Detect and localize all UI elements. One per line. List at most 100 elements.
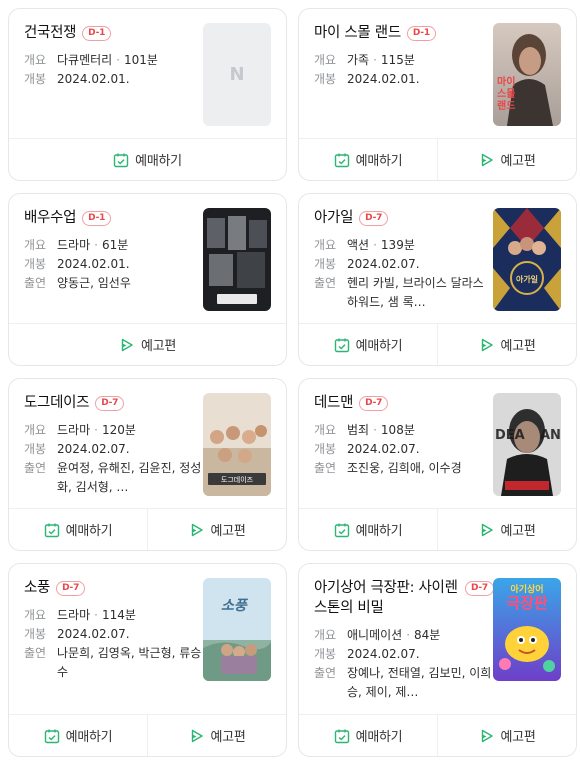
trailer-label: 예고편 (500, 154, 536, 169)
book-button[interactable]: 예매하기 (299, 715, 437, 756)
movie-title[interactable]: 도그데이즈 (24, 393, 90, 413)
calendar-check-icon (44, 523, 59, 537)
overview-value: 드라마 · 61분 (57, 236, 204, 255)
book-label: 예매하기 (355, 730, 403, 745)
movie-poster[interactable]: DEA AN (493, 393, 561, 496)
play-icon (481, 729, 493, 742)
trailer-button[interactable]: 예고편 (437, 139, 576, 180)
card-actions: 예매하기 예고편 (9, 508, 286, 550)
trailer-label: 예고편 (210, 524, 246, 539)
separator: · (116, 53, 121, 67)
movie-poster[interactable]: 소풍 (203, 578, 271, 681)
overview-label: 개요 (314, 53, 337, 67)
movie-poster[interactable] (203, 208, 271, 311)
trailer-button[interactable]: 예고편 (437, 324, 576, 365)
book-button[interactable]: 예매하기 (299, 324, 437, 365)
card-actions: 예매하기 예고편 (9, 714, 286, 756)
movie-title[interactable]: 데드맨 (314, 393, 353, 413)
trailer-button[interactable]: 예고편 (147, 715, 286, 756)
genre: 액션 (347, 238, 370, 252)
release-date: 2024.02.01. (57, 72, 130, 86)
movie-card[interactable]: 아기상어 극장판: 사이렌 스톤의 비밀 D-7 개요 애니메이션 · 84분 개봉 2… (298, 563, 577, 757)
cast-value: 나문희, 김영옥, 박근형, 류승수 (57, 646, 202, 679)
runtime: 114분 (101, 608, 136, 622)
trailer-label: 예고편 (500, 524, 536, 539)
separator: · (373, 53, 377, 67)
separator: · (406, 628, 411, 642)
d-day-badge: D-1 (406, 26, 436, 41)
trailer-label: 예고편 (141, 339, 176, 354)
movie-poster[interactable]: 아기상어 극장판 (493, 578, 561, 681)
trailer-button[interactable]: 예고편 (437, 509, 576, 550)
release-label: 개봉 (314, 442, 337, 456)
movie-card[interactable]: 데드맨 D-7 개요 범죄 · 108분 개봉 2024.02.07. 출연 조진웅, 김… (298, 378, 577, 551)
calendar-check-icon (44, 729, 59, 743)
play-icon (481, 153, 493, 166)
calendar-check-icon (334, 338, 349, 352)
cast-value: 양동근, 임선우 (57, 276, 131, 290)
svg-text:마이: 마이 (497, 75, 515, 88)
overview-value: 액션 · 139분 (347, 236, 494, 255)
separator: · (94, 238, 98, 252)
book-button[interactable]: 예매하기 (9, 715, 147, 756)
play-icon (121, 338, 133, 351)
trailer-button[interactable]: 예고편 (147, 509, 286, 550)
release-date: 2024.02.01. (57, 257, 130, 271)
book-button[interactable]: 예매하기 (9, 139, 286, 180)
book-label: 예매하기 (65, 524, 113, 539)
movie-card[interactable]: 건국전쟁 D-1 개요 다큐멘터리 · 101분 개봉 2024.02.01. N 예매… (8, 8, 287, 181)
movie-poster[interactable]: 도그데이즈 (203, 393, 271, 496)
movie-poster[interactable]: 아가일 (493, 208, 561, 311)
book-button[interactable]: 예매하기 (9, 509, 147, 550)
card-actions: 예매하기 (9, 138, 286, 180)
movie-card[interactable]: 소풍 D-7 개요 드라마 · 114분 개봉 2024.02.07. 출연 나문희, 김… (8, 563, 287, 757)
movie-card[interactable]: 마이 스몰 랜드 D-1 개요 가족 · 115분 개봉 2024.02.01. 마이 … (298, 8, 577, 181)
book-label: 예매하기 (355, 154, 403, 169)
overview-label: 개요 (24, 238, 47, 252)
runtime: 120분 (101, 423, 136, 437)
calendar-check-icon (334, 523, 349, 537)
overview-value: 드라마 · 114분 (57, 606, 204, 625)
movie-card[interactable]: 아가일 D-7 개요 액션 · 139분 개봉 2024.02.07. 출연 헨리 카빌,… (298, 193, 577, 366)
overview-label: 개요 (314, 423, 337, 437)
separator: · (373, 423, 377, 437)
runtime: 139분 (380, 238, 415, 252)
overview-value: 가족 · 115분 (347, 51, 494, 70)
book-button[interactable]: 예매하기 (299, 509, 437, 550)
movie-title[interactable]: 아기상어 극장판: 사이렌 스톤의 비밀 (314, 578, 459, 618)
cast-value: 조진웅, 김희애, 이수경 (347, 461, 462, 475)
d-day-badge: D-7 (56, 581, 86, 596)
svg-text:도그데이즈: 도그데이즈 (221, 475, 254, 484)
movie-poster[interactable]: 마이 스몰 랜드 (493, 23, 561, 126)
poster-placeholder[interactable]: N (203, 23, 271, 126)
release-label: 개봉 (314, 647, 337, 661)
book-button[interactable]: 예매하기 (299, 139, 437, 180)
movie-title[interactable]: 소풍 (24, 578, 50, 598)
movie-card[interactable]: 배우수업 D-1 개요 드라마 · 61분 개봉 2024.02.01. 출연 양동근, … (8, 193, 287, 366)
trailer-button[interactable]: 예고편 (437, 715, 576, 756)
movie-title[interactable]: 배우수업 (24, 208, 76, 228)
trailer-button[interactable]: 예고편 (9, 324, 286, 365)
calendar-check-icon (334, 729, 349, 743)
movie-title[interactable]: 마이 스몰 랜드 (314, 23, 401, 43)
overview-label: 개요 (24, 423, 47, 437)
cast-value: 헨리 카빌, 브라이스 달라스 하워드, 샘 록… (347, 276, 484, 309)
cast-value: 윤여정, 유해진, 김윤진, 정성화, 김서형, … (57, 461, 202, 494)
movie-card[interactable]: 도그데이즈 D-7 개요 드라마 · 120분 개봉 2024.02.07. 출연 윤여정… (8, 378, 287, 551)
release-label: 개봉 (24, 627, 47, 641)
overview-label: 개요 (24, 608, 47, 622)
movie-title[interactable]: 건국전쟁 (24, 23, 76, 43)
separator: · (373, 238, 377, 252)
release-date: 2024.02.01. (347, 72, 420, 86)
card-actions: 예매하기 예고편 (299, 323, 576, 365)
svg-text:랜드: 랜드 (497, 99, 515, 112)
genre: 가족 (347, 53, 370, 67)
movie-title[interactable]: 아가일 (314, 208, 353, 228)
release-label: 개봉 (24, 72, 47, 86)
cast-label: 출연 (314, 666, 337, 680)
card-actions: 예매하기 예고편 (299, 138, 576, 180)
overview-value: 다큐멘터리 · 101분 (57, 51, 204, 70)
genre: 드라마 (57, 238, 91, 252)
runtime: 61분 (101, 238, 129, 252)
separator: · (94, 423, 98, 437)
